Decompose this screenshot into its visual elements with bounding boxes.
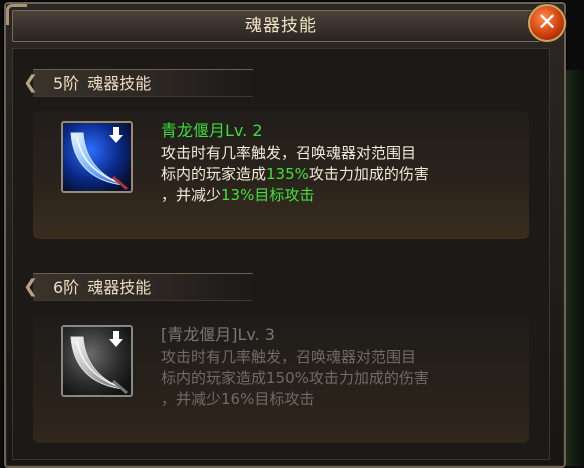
attack-reduction: 13%目标攻击 xyxy=(221,186,315,204)
skill-name: [青龙偃月]Lv. 3 xyxy=(161,325,275,344)
section-header-tier5: ❮ 5阶 魂器技能 xyxy=(23,69,253,97)
skill-name: 青龙偃月Lv. 2 xyxy=(161,121,263,140)
skill-icon-locked[interactable] xyxy=(61,325,133,397)
desc-text: 攻击力加成的伤害 xyxy=(308,369,429,387)
section-tier: 6阶 xyxy=(53,278,80,297)
skill-card-tier6: [青龙偃月]Lv. 3 攻击时有几率触发，召唤魂器对范围目 标内的玩家造成150… xyxy=(33,315,529,443)
desc-line: 标内的玩家造成135%攻击力加成的伤害 xyxy=(161,164,521,185)
desc-line: 标内的玩家造成150%攻击力加成的伤害 xyxy=(161,368,521,389)
desc-text: 标内的玩家造成 xyxy=(161,165,267,183)
crescent-blade-icon xyxy=(63,123,131,191)
section-title: 魂器技能 xyxy=(87,278,152,297)
background-edge xyxy=(566,70,584,466)
window-title: 魂器技能 xyxy=(12,10,550,42)
bracket-icon: ❮ xyxy=(23,276,39,297)
skill-window: 魂器技能 ❮ 5阶 魂器技能 青龙偃月Lv. 2 攻击时有几率触发，召唤魂器对范… xyxy=(4,2,566,468)
section-tier: 5阶 xyxy=(53,74,80,93)
skill-icon[interactable] xyxy=(61,121,133,193)
attack-reduction: 16% xyxy=(221,390,255,408)
skill-info: 青龙偃月Lv. 2 攻击时有几率触发，召唤魂器对范围目 标内的玩家造成135%攻… xyxy=(161,119,521,206)
bracket-icon: ❮ xyxy=(23,72,39,93)
desc-line: 攻击时有几率触发，召唤魂器对范围目 xyxy=(161,348,417,366)
skill-info: [青龙偃月]Lv. 3 攻击时有几率触发，召唤魂器对范围目 标内的玩家造成150… xyxy=(161,323,521,410)
skill-description: 攻击时有几率触发，召唤魂器对范围目 标内的玩家造成135%攻击力加成的伤害 ，并… xyxy=(161,143,521,206)
close-icon: ✕ xyxy=(536,8,558,36)
skill-description: 攻击时有几率触发，召唤魂器对范围目 标内的玩家造成150%攻击力加成的伤害 ，并… xyxy=(161,347,521,410)
desc-text: ，并减少 xyxy=(161,186,222,204)
desc-line: ，并减少13%目标攻击 xyxy=(161,185,521,206)
section-header-tier6: ❮ 6阶 魂器技能 xyxy=(23,273,253,301)
desc-text: 攻击力加成的伤害 xyxy=(308,165,429,183)
damage-percent: 150% xyxy=(266,369,309,387)
skill-card-tier5: 青龙偃月Lv. 2 攻击时有几率触发，召唤魂器对范围目 标内的玩家造成135%攻… xyxy=(33,111,529,239)
desc-text: 标内的玩家造成 xyxy=(161,369,267,387)
content-area: ❮ 5阶 魂器技能 青龙偃月Lv. 2 攻击时有几率触发，召唤魂器对范围目 标内… xyxy=(12,48,550,460)
close-button[interactable]: ✕ xyxy=(528,4,566,42)
desc-line: 攻击时有几率触发，召唤魂器对范围目 xyxy=(161,144,417,162)
desc-text: ，并减少 xyxy=(161,390,222,408)
crescent-blade-icon xyxy=(63,327,131,395)
section-title: 魂器技能 xyxy=(87,74,152,93)
desc-text: 目标攻击 xyxy=(254,390,315,408)
damage-percent: 135% xyxy=(266,165,309,183)
desc-line: ，并减少16%目标攻击 xyxy=(161,389,521,410)
